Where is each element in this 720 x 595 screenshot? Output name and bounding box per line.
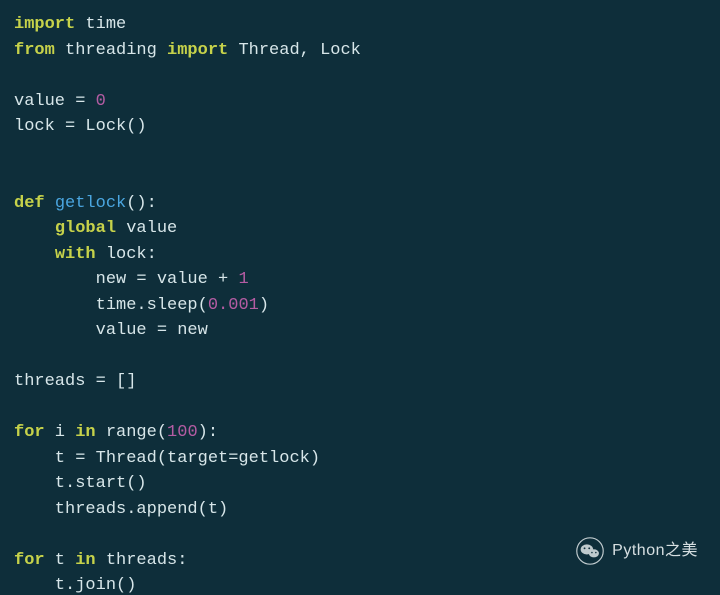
code-block: import time from threading import Thread…	[14, 12, 706, 595]
code-token: 100	[167, 423, 198, 442]
code-token: 0.001	[208, 296, 259, 315]
code-token: getlock	[55, 194, 126, 213]
code-token: threads.append(t)	[14, 500, 228, 519]
code-token: in	[75, 423, 95, 442]
code-token: 1	[238, 270, 248, 289]
code-token: threading	[55, 41, 167, 60]
code-token: i	[45, 423, 76, 442]
code-token: import	[167, 41, 228, 60]
code-token: value = new	[14, 321, 208, 340]
code-token: time.sleep(	[14, 296, 208, 315]
code-token: lock = Lock()	[14, 117, 147, 136]
code-token: for	[14, 551, 45, 570]
code-token: range(	[96, 423, 167, 442]
code-token: value	[116, 219, 177, 238]
code-token: import	[14, 15, 75, 34]
code-token: )	[259, 296, 269, 315]
code-token: for	[14, 423, 45, 442]
code-token: ):	[198, 423, 218, 442]
code-token	[14, 245, 55, 264]
watermark-text: Python之美	[612, 539, 698, 563]
watermark: Python之美	[576, 537, 698, 565]
code-token: value =	[14, 92, 96, 111]
code-token: Thread, Lock	[228, 41, 361, 60]
code-token: t.join()	[14, 576, 136, 595]
code-token: t	[45, 551, 76, 570]
code-token: def	[14, 194, 45, 213]
code-token: time	[75, 15, 126, 34]
code-token: from	[14, 41, 55, 60]
code-token: threads = []	[14, 372, 136, 391]
code-token: in	[75, 551, 95, 570]
code-token: threads:	[96, 551, 188, 570]
code-token: 0	[96, 92, 106, 111]
code-token: lock:	[96, 245, 157, 264]
code-token: t.start()	[14, 474, 147, 493]
code-token	[45, 194, 55, 213]
code-token: new = value +	[14, 270, 238, 289]
code-token: with	[55, 245, 96, 264]
code-token: global	[55, 219, 116, 238]
wechat-icon	[576, 537, 604, 565]
code-token: ():	[126, 194, 157, 213]
code-token	[14, 219, 55, 238]
code-token: t = Thread(target=getlock)	[14, 449, 320, 468]
